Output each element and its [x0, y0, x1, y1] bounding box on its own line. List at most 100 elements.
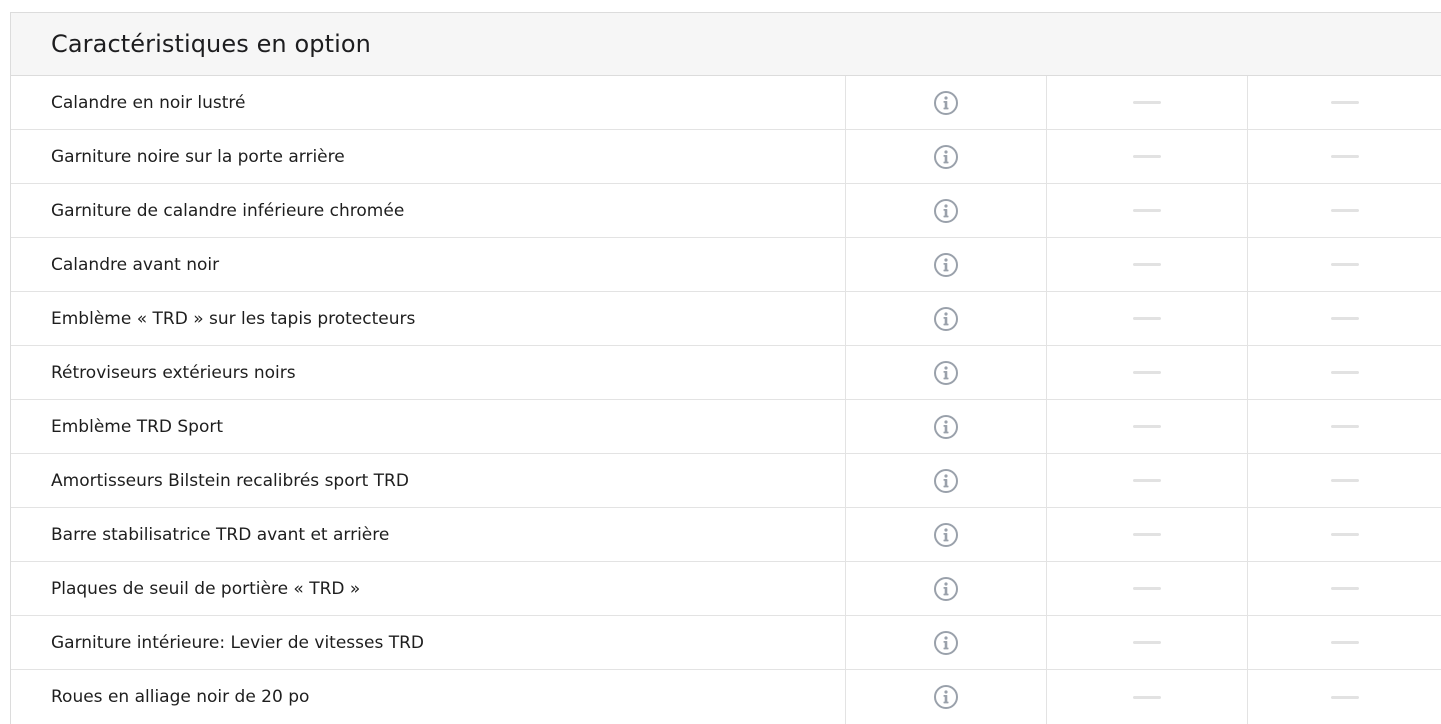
info-cell	[846, 184, 1047, 237]
trim-column-1-cell	[1047, 346, 1248, 399]
trim-column-2-cell	[1248, 616, 1441, 669]
dash-icon	[1331, 533, 1359, 536]
feature-label: Calandre avant noir	[11, 238, 846, 291]
dash-icon	[1133, 533, 1161, 536]
trim-column-2-cell	[1248, 508, 1441, 561]
trim-column-2-cell	[1248, 238, 1441, 291]
info-cell	[846, 508, 1047, 561]
info-cell	[846, 616, 1047, 669]
feature-label: Calandre en noir lustré	[11, 76, 846, 129]
dash-icon	[1331, 479, 1359, 482]
dash-icon	[1331, 317, 1359, 320]
info-circle-icon[interactable]	[931, 196, 961, 226]
feature-label: Plaques de seuil de portière « TRD »	[11, 562, 846, 615]
info-circle-icon[interactable]	[931, 520, 961, 550]
dash-icon	[1331, 587, 1359, 590]
dash-icon	[1331, 101, 1359, 104]
table-row: Garniture de calandre inférieure chromée	[11, 184, 1441, 238]
info-circle-icon[interactable]	[931, 628, 961, 658]
trim-column-2-cell	[1248, 670, 1441, 724]
table-row: Emblème TRD Sport	[11, 400, 1441, 454]
info-cell	[846, 670, 1047, 724]
trim-column-2-cell	[1248, 454, 1441, 507]
trim-column-2-cell	[1248, 562, 1441, 615]
info-circle-icon[interactable]	[931, 304, 961, 334]
trim-column-1-cell	[1047, 508, 1248, 561]
feature-label: Amortisseurs Bilstein recalibrés sport T…	[11, 454, 846, 507]
dash-icon	[1331, 155, 1359, 158]
dash-icon	[1331, 695, 1359, 699]
info-circle-icon[interactable]	[931, 574, 961, 604]
table-row: Roues en alliage noir de 20 po	[11, 670, 1441, 724]
dash-icon	[1133, 479, 1161, 482]
table-row: Emblème « TRD » sur les tapis protecteur…	[11, 292, 1441, 346]
trim-column-1-cell	[1047, 76, 1248, 129]
trim-column-2-cell	[1248, 130, 1441, 183]
section-header: Caractéristiques en option	[11, 13, 1441, 76]
dash-icon	[1133, 155, 1161, 158]
feature-label: Garniture noire sur la porte arrière	[11, 130, 846, 183]
dash-icon	[1133, 101, 1161, 104]
trim-column-1-cell	[1047, 238, 1248, 291]
trim-column-1-cell	[1047, 292, 1248, 345]
info-cell	[846, 454, 1047, 507]
dash-icon	[1331, 209, 1359, 212]
trim-column-1-cell	[1047, 400, 1248, 453]
table-row: Calandre en noir lustré	[11, 76, 1441, 130]
info-circle-icon[interactable]	[931, 466, 961, 496]
trim-column-1-cell	[1047, 184, 1248, 237]
info-cell	[846, 76, 1047, 129]
table-row: Amortisseurs Bilstein recalibrés sport T…	[11, 454, 1441, 508]
table-row: Garniture noire sur la porte arrière	[11, 130, 1441, 184]
info-cell	[846, 346, 1047, 399]
info-cell	[846, 292, 1047, 345]
dash-icon	[1133, 209, 1161, 212]
info-circle-icon[interactable]	[931, 412, 961, 442]
section-title: Caractéristiques en option	[51, 30, 371, 58]
feature-label: Roues en alliage noir de 20 po	[11, 670, 846, 724]
feature-label: Emblème « TRD » sur les tapis protecteur…	[11, 292, 846, 345]
info-circle-icon[interactable]	[931, 250, 961, 280]
info-cell	[846, 400, 1047, 453]
dash-icon	[1133, 425, 1161, 428]
trim-column-2-cell	[1248, 346, 1441, 399]
dash-icon	[1331, 641, 1359, 644]
table-row: Calandre avant noir	[11, 238, 1441, 292]
dash-icon	[1133, 587, 1161, 590]
trim-column-1-cell	[1047, 562, 1248, 615]
dash-icon	[1133, 317, 1161, 320]
info-cell	[846, 562, 1047, 615]
feature-label: Emblème TRD Sport	[11, 400, 846, 453]
feature-label: Rétroviseurs extérieurs noirs	[11, 346, 846, 399]
trim-column-2-cell	[1248, 400, 1441, 453]
trim-column-1-cell	[1047, 616, 1248, 669]
trim-column-2-cell	[1248, 184, 1441, 237]
dash-icon	[1331, 425, 1359, 428]
trim-column-2-cell	[1248, 76, 1441, 129]
optional-features-panel: Caractéristiques en option Calandre en n…	[10, 12, 1441, 724]
info-cell	[846, 130, 1047, 183]
trim-column-2-cell	[1248, 292, 1441, 345]
info-circle-icon[interactable]	[931, 358, 961, 388]
dash-icon	[1331, 263, 1359, 266]
feature-label: Barre stabilisatrice TRD avant et arrièr…	[11, 508, 846, 561]
feature-label: Garniture de calandre inférieure chromée	[11, 184, 846, 237]
info-circle-icon[interactable]	[931, 142, 961, 172]
features-table: Calandre en noir lustré Garniture noire s…	[11, 76, 1441, 724]
table-row: Rétroviseurs extérieurs noirs	[11, 346, 1441, 400]
feature-label: Garniture intérieure: Levier de vitesses…	[11, 616, 846, 669]
info-cell	[846, 238, 1047, 291]
dash-icon	[1133, 371, 1161, 374]
table-row: Garniture intérieure: Levier de vitesses…	[11, 616, 1441, 670]
table-row: Plaques de seuil de portière « TRD »	[11, 562, 1441, 616]
dash-icon	[1133, 641, 1161, 644]
info-circle-icon[interactable]	[931, 88, 961, 118]
trim-column-1-cell	[1047, 454, 1248, 507]
dash-icon	[1133, 695, 1161, 699]
trim-column-1-cell	[1047, 130, 1248, 183]
trim-column-1-cell	[1047, 670, 1248, 724]
table-row: Barre stabilisatrice TRD avant et arrièr…	[11, 508, 1441, 562]
dash-icon	[1133, 263, 1161, 266]
dash-icon	[1331, 371, 1359, 374]
info-circle-icon[interactable]	[931, 682, 961, 712]
